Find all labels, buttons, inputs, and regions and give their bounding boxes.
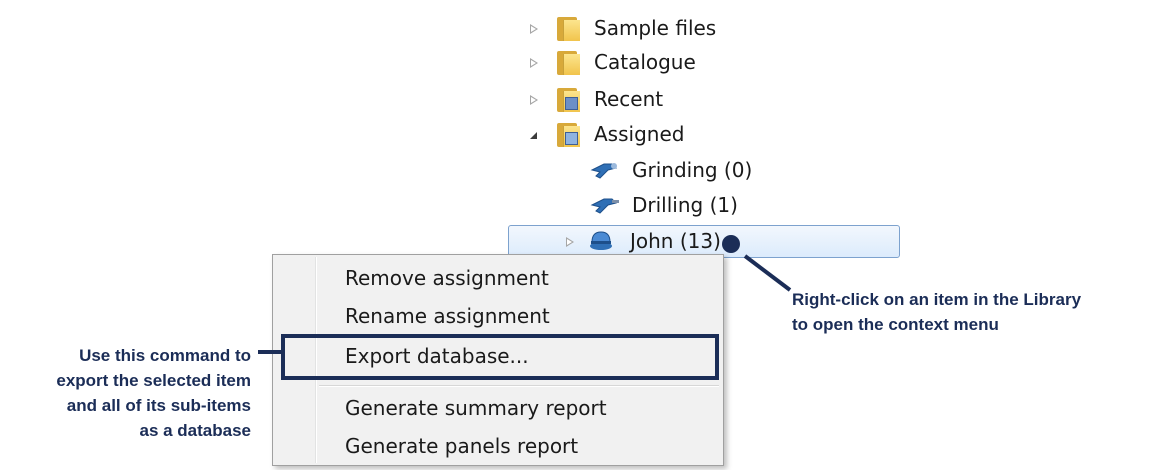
callout-line: and all of its sub-items (66, 396, 251, 415)
right-callout-arrow-line (743, 254, 792, 292)
callout-line: as a database (139, 421, 251, 440)
right-callout-text: Right-click on an item in the Library to… (792, 287, 1081, 337)
right-callout-arrow-dot (722, 235, 740, 253)
callout-line: Use this command to (79, 346, 251, 365)
callout-line: Right-click on an item in the Library (792, 290, 1082, 309)
left-callout-text: Use this command to export the selected … (56, 343, 251, 443)
callout-line: export the selected item (56, 371, 251, 390)
callout-line: to open the context menu (792, 315, 999, 334)
